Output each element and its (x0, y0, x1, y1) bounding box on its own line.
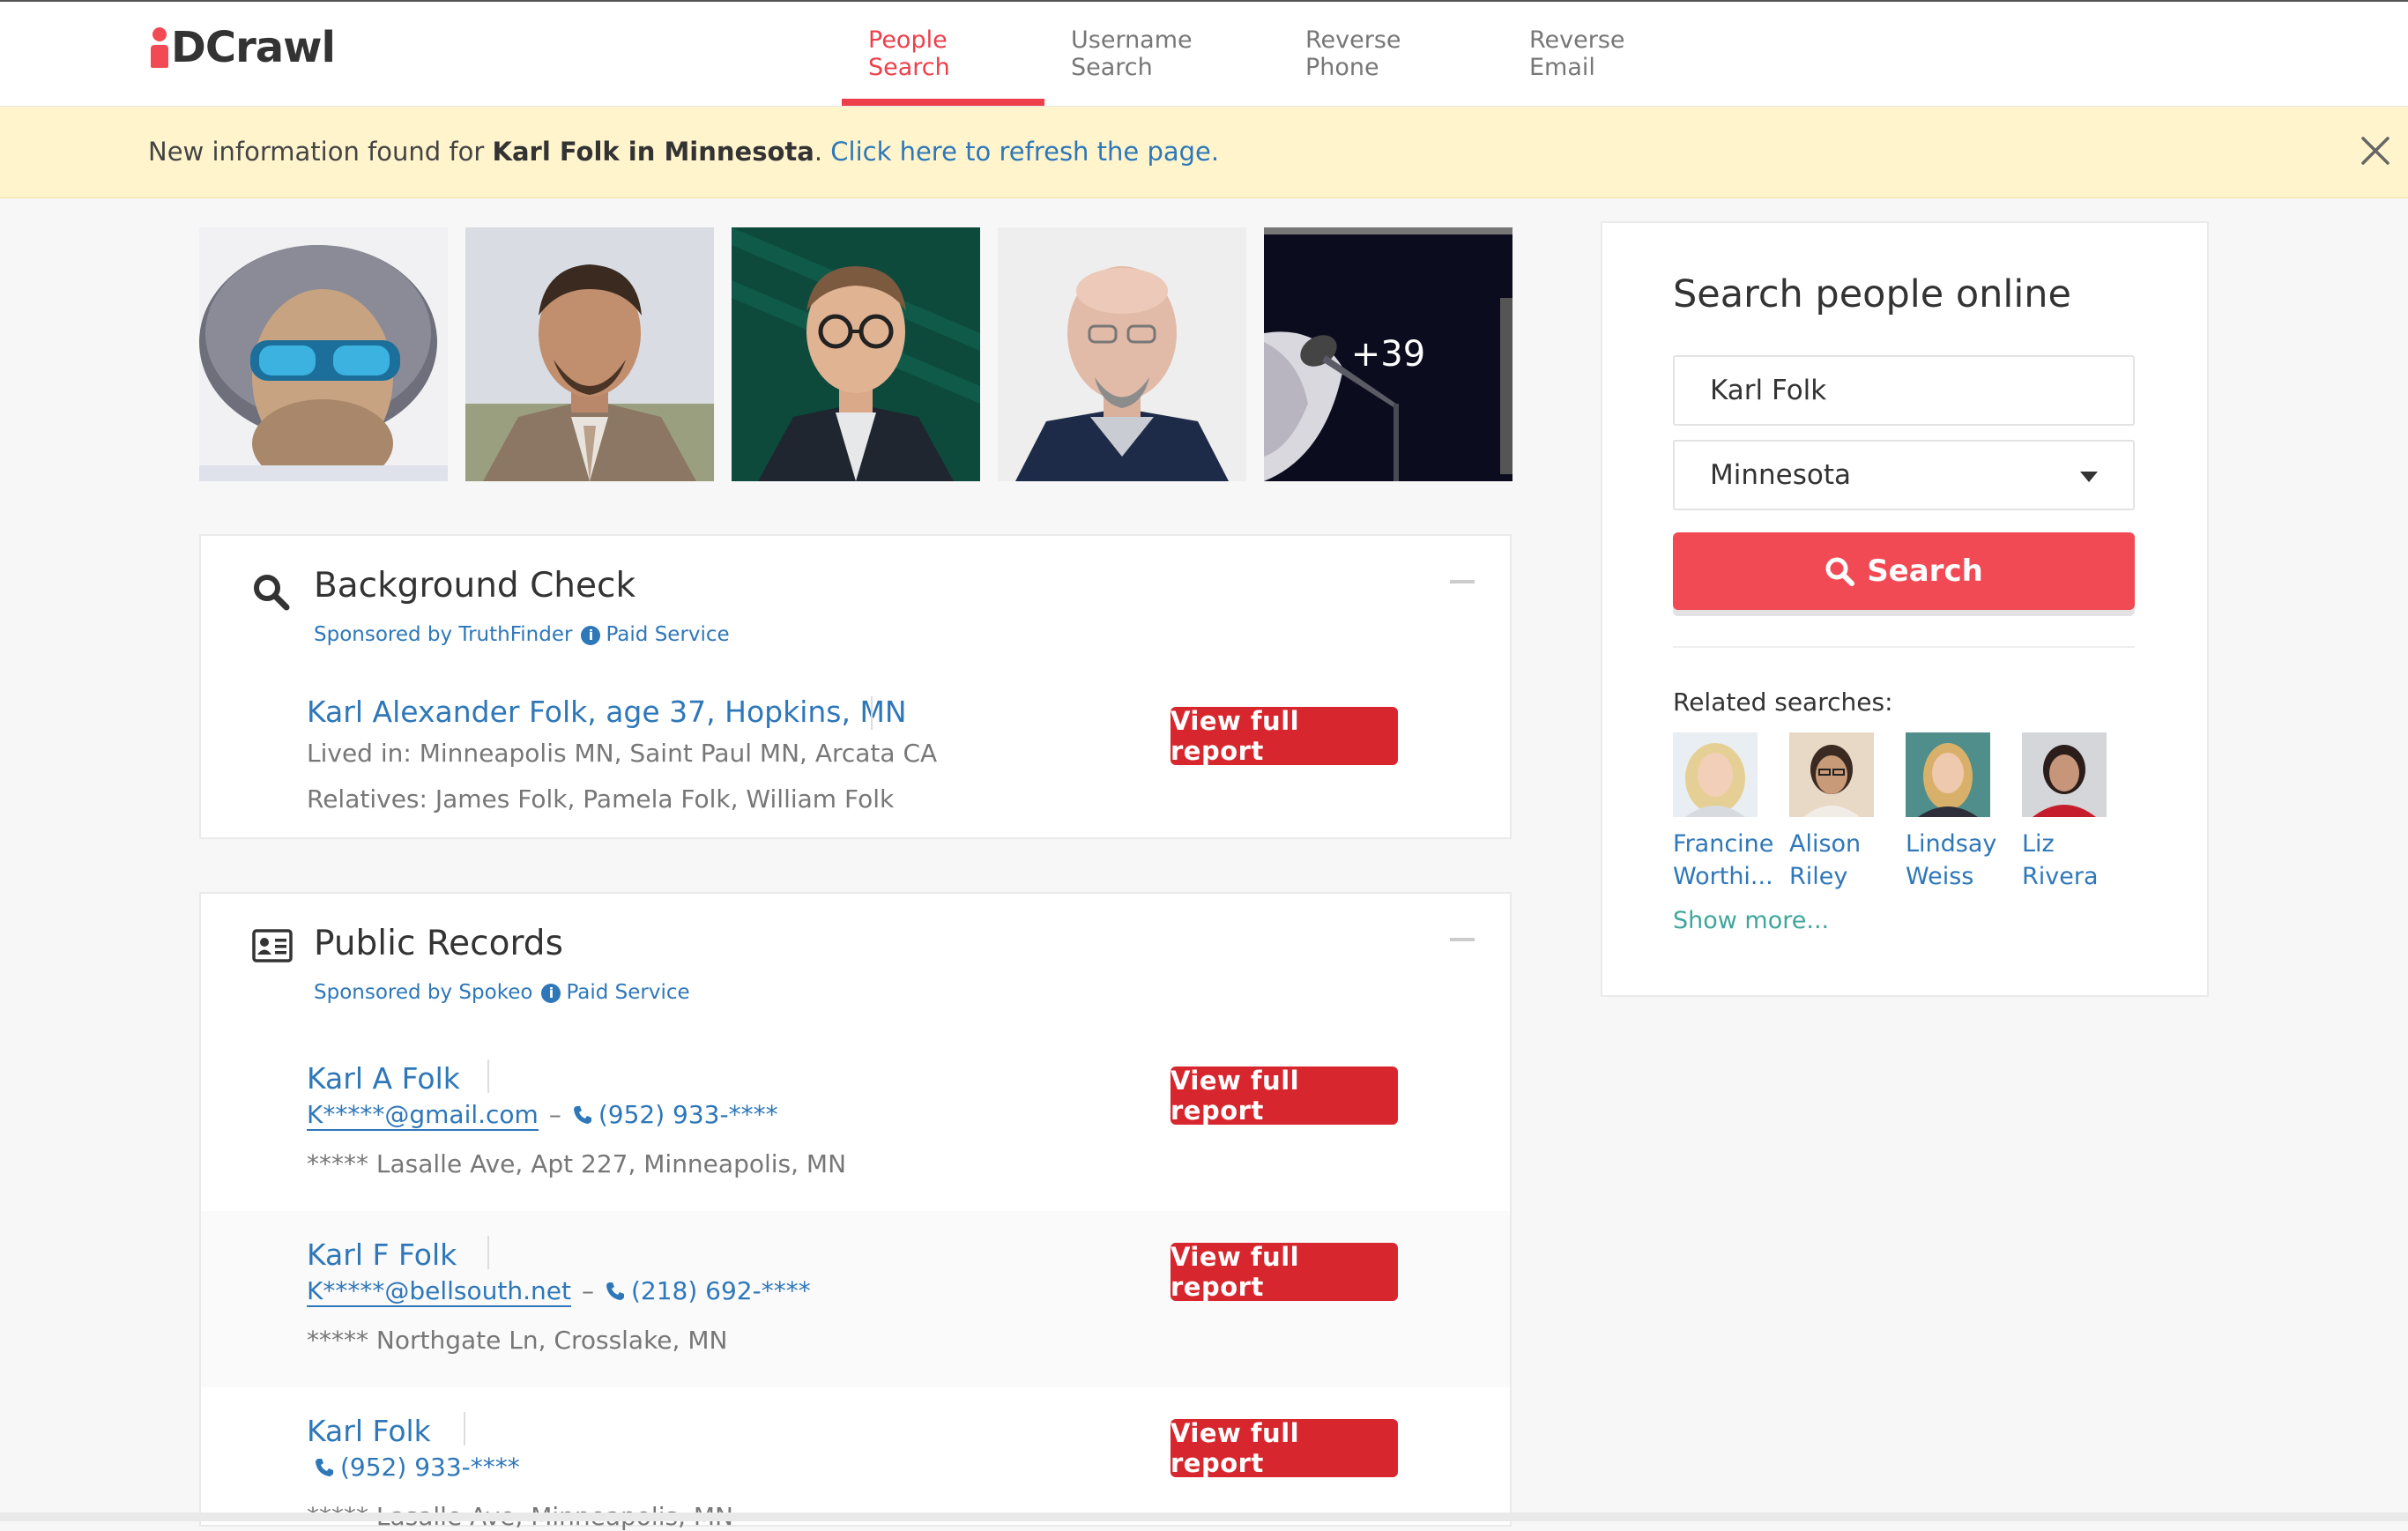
divider (487, 1059, 489, 1093)
divider (487, 1236, 489, 1269)
photo-thumbnail-more[interactable]: +39 (1264, 227, 1512, 481)
sponsor-text[interactable]: Sponsored by Spokeo (314, 981, 532, 1004)
result-item: Karl Alexander Folk, age 37, Hopkins, MN… (201, 677, 1510, 827)
avatar[interactable] (1906, 732, 1990, 817)
view-full-report-button[interactable]: View full report (1171, 1418, 1398, 1478)
avatar[interactable] (1789, 732, 1874, 817)
banner-suffix: . (814, 137, 831, 167)
logo-person-icon (150, 24, 169, 71)
address-text: ***** Northgate Ln, Crosslake, MN (307, 1326, 728, 1355)
site-logo[interactable]: DCrawl (150, 23, 336, 72)
related-searches-label: Related searches: (1673, 687, 1893, 717)
paid-service-label: Paid Service (566, 981, 690, 1004)
related-person-name[interactable]: Alison Riley (1789, 828, 1874, 893)
divider (464, 1412, 465, 1446)
email-link[interactable]: K*****@bellsouth.net (307, 1276, 571, 1307)
banner-prefix: New information found for (148, 137, 493, 167)
related-person[interactable]: Francine Worthi... (1673, 732, 1773, 893)
tab-reverse-phone[interactable]: Reverse Phone (1279, 2, 1503, 106)
result-contact: K*****@bellsouth.net – (218) 692-**** (307, 1276, 811, 1308)
related-searches-list: Francine Worthi... Alison Riley Lindsay … (1673, 732, 2107, 893)
view-full-report-button[interactable]: View full report (1171, 1066, 1398, 1126)
related-person[interactable]: Alison Riley (1789, 732, 1874, 893)
relatives-text: Relatives: James Folk, Pamela Folk, Will… (307, 784, 895, 814)
show-more-link[interactable]: Show more... (1673, 907, 1829, 934)
phone-text[interactable]: (952) 933-**** (340, 1453, 520, 1482)
result-item: Karl A Folk K*****@gmail.com – (952) 933-*… (201, 1035, 1510, 1211)
phone-icon (314, 1455, 335, 1484)
background-check-card: Background Check Sponsored by TruthFinde… (199, 534, 1512, 839)
top-navbar: DCrawl People Search Username Search Rev… (0, 2, 2408, 107)
phone-link[interactable]: (952) 933-**** (314, 1453, 520, 1482)
info-icon[interactable]: i (581, 626, 601, 645)
refresh-link[interactable]: Click here to refresh the page. (830, 137, 1219, 167)
email-link[interactable]: K*****@gmail.com (307, 1100, 539, 1131)
related-person-name[interactable]: Francine Worthi... (1673, 828, 1773, 893)
search-button-label: Search (1867, 554, 1983, 589)
name-input[interactable]: Karl Folk (1673, 355, 2135, 426)
phone-text[interactable]: (952) 933-**** (598, 1100, 778, 1129)
search-icon (1825, 557, 1855, 586)
notification-banner: New information found for Karl Folk in M… (0, 107, 2408, 198)
paid-service-label: Paid Service (606, 623, 730, 646)
phone-link[interactable]: (218) 692-**** (605, 1276, 811, 1305)
close-icon[interactable] (2358, 133, 2393, 168)
sponsor-line: Sponsored by Spokeo i Paid Service (314, 981, 690, 1004)
tab-people-search[interactable]: People Search (842, 2, 1044, 106)
lived-in-text: Lived in: Minneapolis MN, Saint Paul MN,… (307, 739, 938, 768)
search-sidebar: Search people online Karl Folk Minnesota… (1601, 221, 2209, 997)
collapse-icon[interactable] (1450, 938, 1475, 941)
related-person-name[interactable]: Lindsay Weiss (1906, 828, 1996, 893)
state-select-value: Minnesota (1710, 459, 1851, 491)
result-name-link[interactable]: Karl Folk (307, 1414, 431, 1448)
result-contact: K*****@gmail.com – (952) 933-**** (307, 1100, 778, 1132)
result-name-link[interactable]: Karl F Folk (307, 1237, 457, 1272)
background-check-title: Background Check (314, 566, 636, 606)
public-records-card: Public Records Sponsored by Spokeo i Paid … (199, 892, 1512, 1531)
avatar[interactable] (2022, 732, 2107, 817)
photo-thumbnail[interactable] (199, 227, 448, 481)
divider (871, 696, 873, 730)
related-person[interactable]: Liz Rivera (2022, 732, 2107, 893)
view-full-report-button[interactable]: View full report (1171, 1242, 1398, 1302)
logo-text: DCrawl (171, 23, 336, 72)
chevron-down-icon (2080, 472, 2098, 482)
photo-thumbnail[interactable] (465, 227, 714, 481)
related-person[interactable]: Lindsay Weiss (1906, 732, 1996, 893)
phone-link[interactable]: (952) 933-**** (572, 1100, 778, 1129)
result-item: Karl Folk (952) 933-**** ***** Lasalle A… (201, 1387, 1510, 1531)
photo-gallery: +39 (199, 227, 1512, 481)
view-full-report-button[interactable]: View full report (1171, 706, 1398, 766)
phone-icon (572, 1103, 593, 1132)
more-photos-count: +39 (1350, 334, 1426, 375)
phone-icon (605, 1279, 626, 1308)
tab-reverse-email[interactable]: Reverse Email (1503, 2, 1723, 106)
result-name-link[interactable]: Karl A Folk (307, 1061, 460, 1096)
banner-highlight: Karl Folk in Minnesota (492, 137, 814, 167)
banner-message: New information found for Karl Folk in M… (148, 137, 1219, 167)
state-select[interactable]: Minnesota (1673, 440, 2135, 510)
result-item: Karl F Folk K*****@bellsouth.net – (218) 6… (201, 1211, 1510, 1387)
avatar[interactable] (1673, 732, 1758, 817)
sidebar-title: Search people online (1673, 272, 2071, 316)
related-person-name[interactable]: Liz Rivera (2022, 828, 2107, 893)
public-records-title: Public Records (314, 924, 563, 963)
photo-thumbnail[interactable] (732, 227, 980, 481)
result-contact: (952) 933-**** (314, 1453, 520, 1484)
tab-username-search[interactable]: Username Search (1044, 2, 1279, 106)
search-button[interactable]: Search (1673, 532, 2135, 610)
page-bottom-edge (0, 1512, 2408, 1521)
search-icon (252, 573, 291, 615)
main-tabs: People Search Username Search Reverse Ph… (842, 2, 1723, 106)
phone-text[interactable]: (218) 692-**** (631, 1276, 811, 1305)
photo-thumbnail[interactable] (998, 227, 1246, 481)
sponsor-line: Sponsored by TruthFinder i Paid Service (314, 623, 730, 646)
result-name-link[interactable]: Karl Alexander Folk, age 37, Hopkins, MN (307, 695, 907, 729)
divider (1673, 646, 2135, 648)
address-text: ***** Lasalle Ave, Apt 227, Minneapolis,… (307, 1149, 847, 1178)
info-icon[interactable]: i (541, 984, 561, 1003)
sponsor-text[interactable]: Sponsored by TruthFinder (314, 623, 572, 646)
id-card-icon (252, 929, 293, 966)
collapse-icon[interactable] (1450, 580, 1475, 583)
